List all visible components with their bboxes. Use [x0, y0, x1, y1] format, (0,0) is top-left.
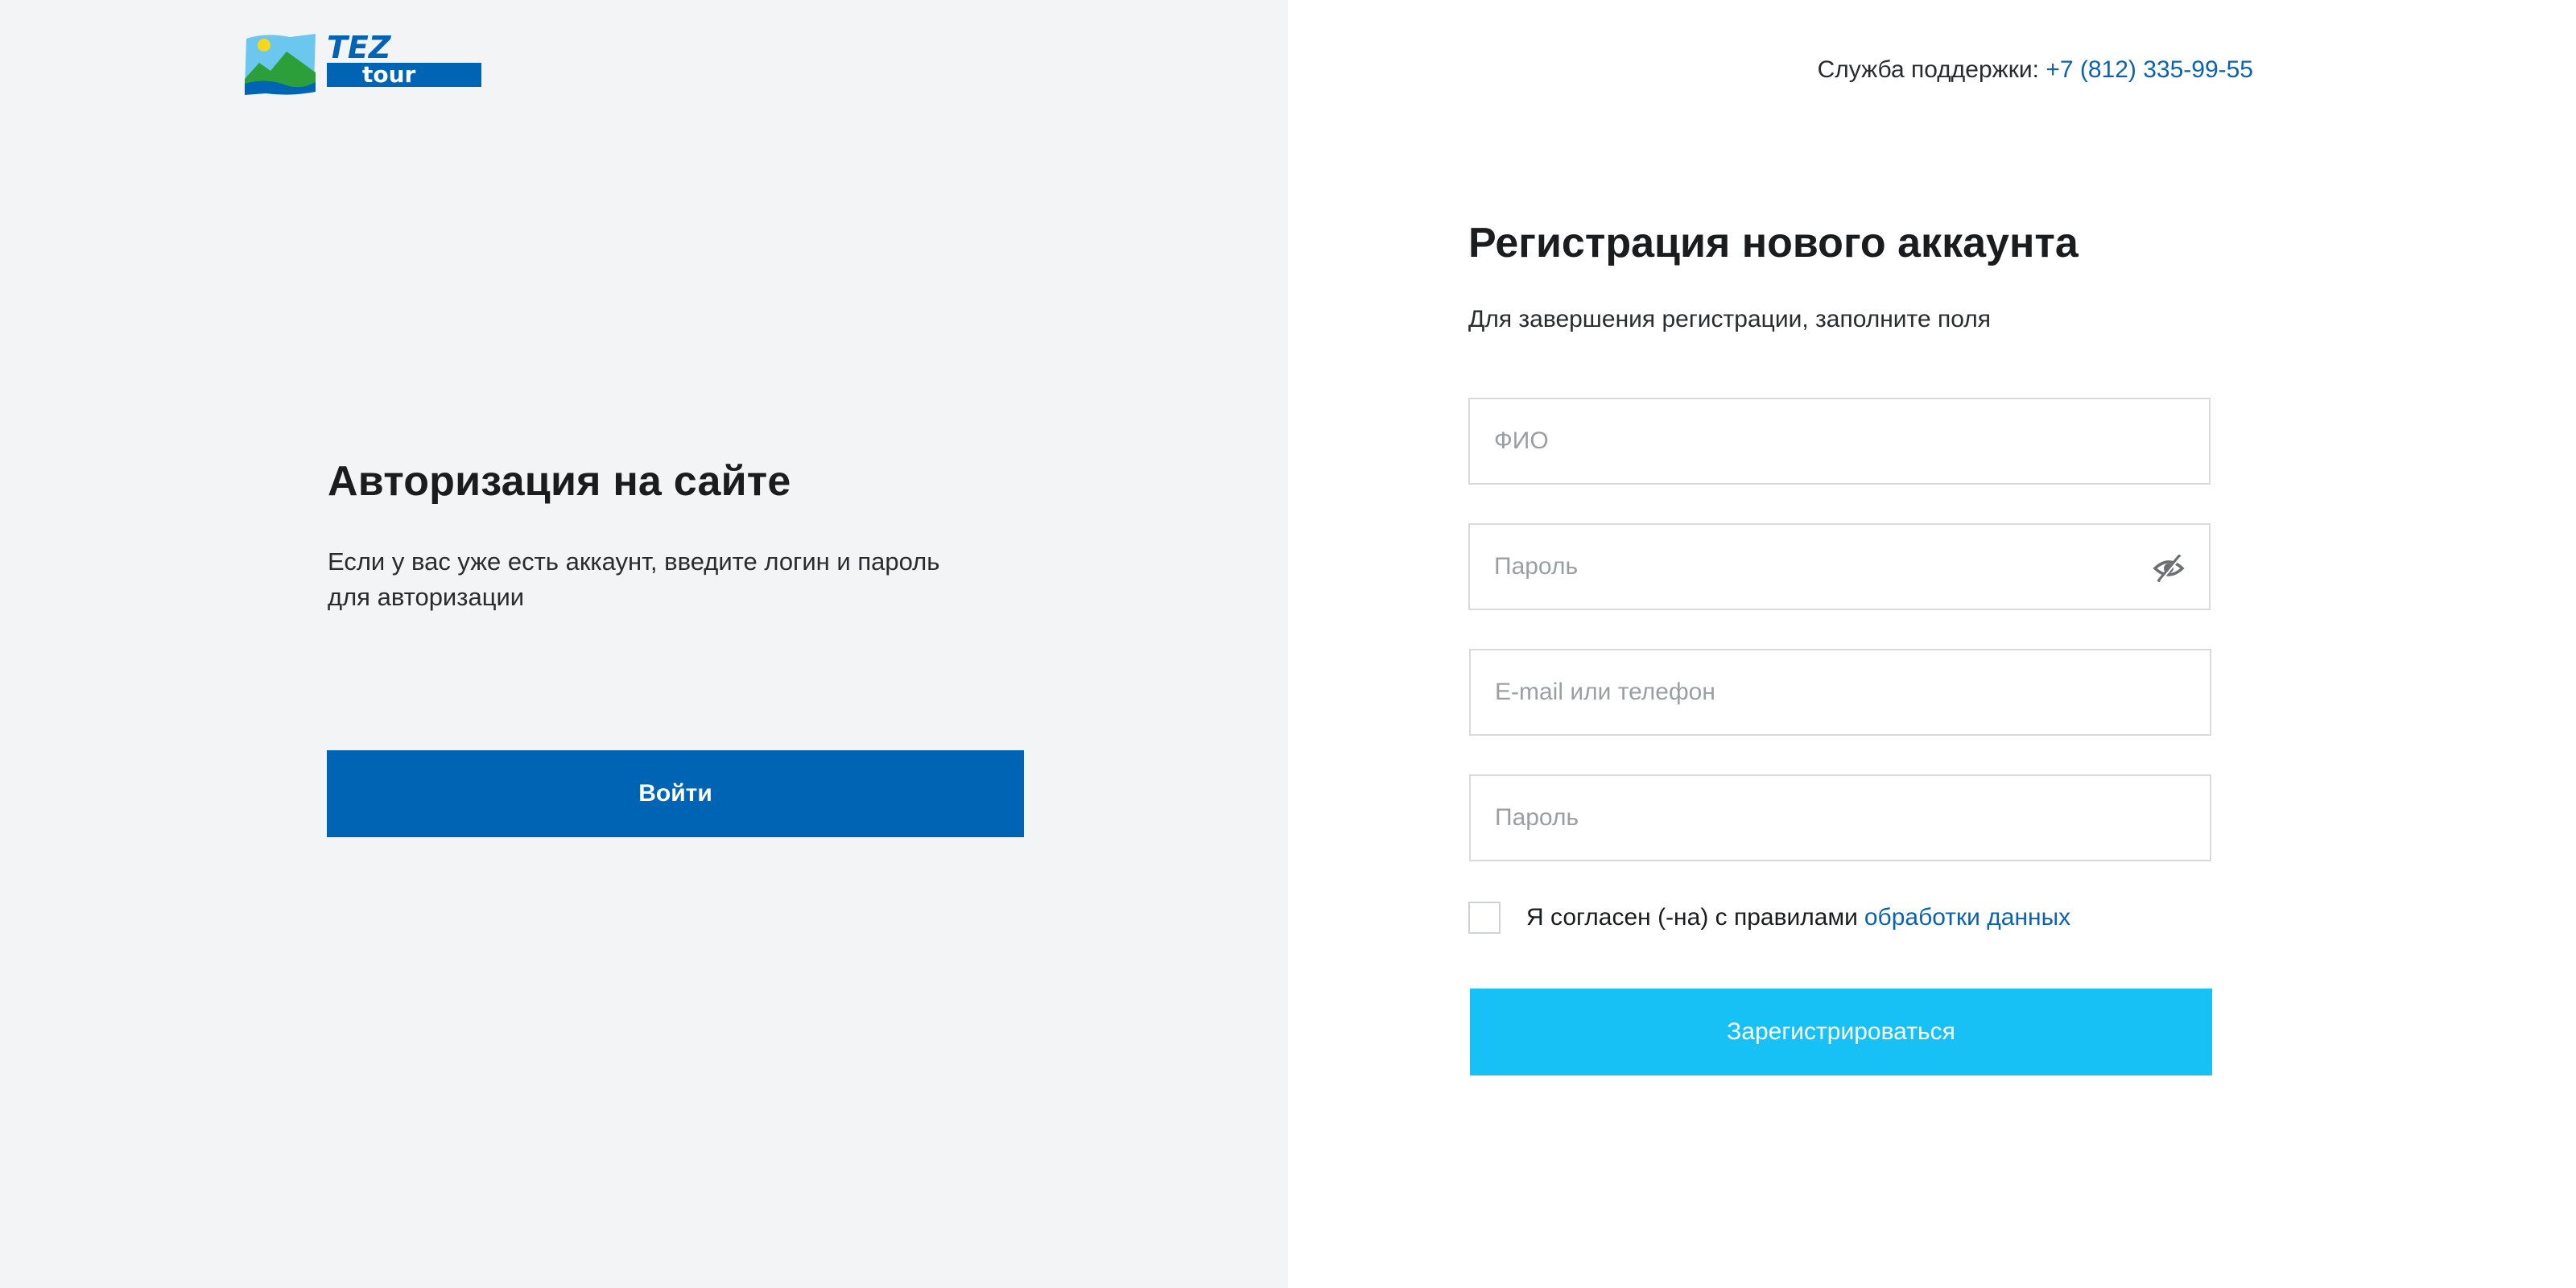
eye-slash-icon[interactable]	[2153, 554, 2185, 583]
login-panel: TEZ tour Авторизация на сайте Если у вас…	[0, 0, 1288, 1288]
logo-emblem	[245, 34, 316, 95]
full-name-input[interactable]	[1470, 399, 2209, 483]
data-processing-link[interactable]: обработки данных	[1864, 904, 2070, 931]
support-phone-link[interactable]: +7 (812) 335-99-55	[2046, 56, 2253, 83]
full-name-field	[1468, 398, 2211, 485]
auth-title: Авторизация на сайте	[328, 458, 791, 505]
email-or-phone-field	[1469, 649, 2211, 736]
registration-subtitle: Для завершения регистрации, заполните по…	[1468, 306, 1991, 332]
consent-checkbox[interactable]	[1468, 902, 1501, 934]
registration-title: Регистрация нового аккаунта	[1468, 220, 2079, 266]
tez-tour-logo[interactable]: TEZ tour	[242, 30, 483, 95]
login-button[interactable]: Войти	[327, 750, 1024, 837]
password-input[interactable]	[1470, 525, 2209, 609]
auth-description: Если у вас уже есть аккаунт, введите лог…	[328, 547, 940, 611]
password-confirm-field	[1469, 774, 2211, 861]
support-label: Служба поддержки:	[1817, 56, 2039, 83]
consent-text: Я согласен (-на) с правилами	[1526, 904, 1858, 931]
password-confirm-input[interactable]	[1471, 776, 2210, 860]
logo-tez-text: TEZ	[327, 31, 392, 65]
email-or-phone-input[interactable]	[1471, 650, 2210, 734]
register-button[interactable]: Зарегистрироваться	[1470, 989, 2212, 1075]
consent-row: Я согласен (-на) с правилами обработки д…	[1468, 902, 2070, 934]
registration-panel: Служба поддержки: +7 (812) 335-99-55 Рег…	[1288, 0, 2576, 1288]
support-contact: Служба поддержки: +7 (812) 335-99-55	[1818, 56, 2253, 84]
page: TEZ tour Авторизация на сайте Если у вас…	[0, 0, 2576, 1288]
password-field	[1468, 523, 2211, 610]
logo-tour-text: tour	[362, 61, 416, 88]
